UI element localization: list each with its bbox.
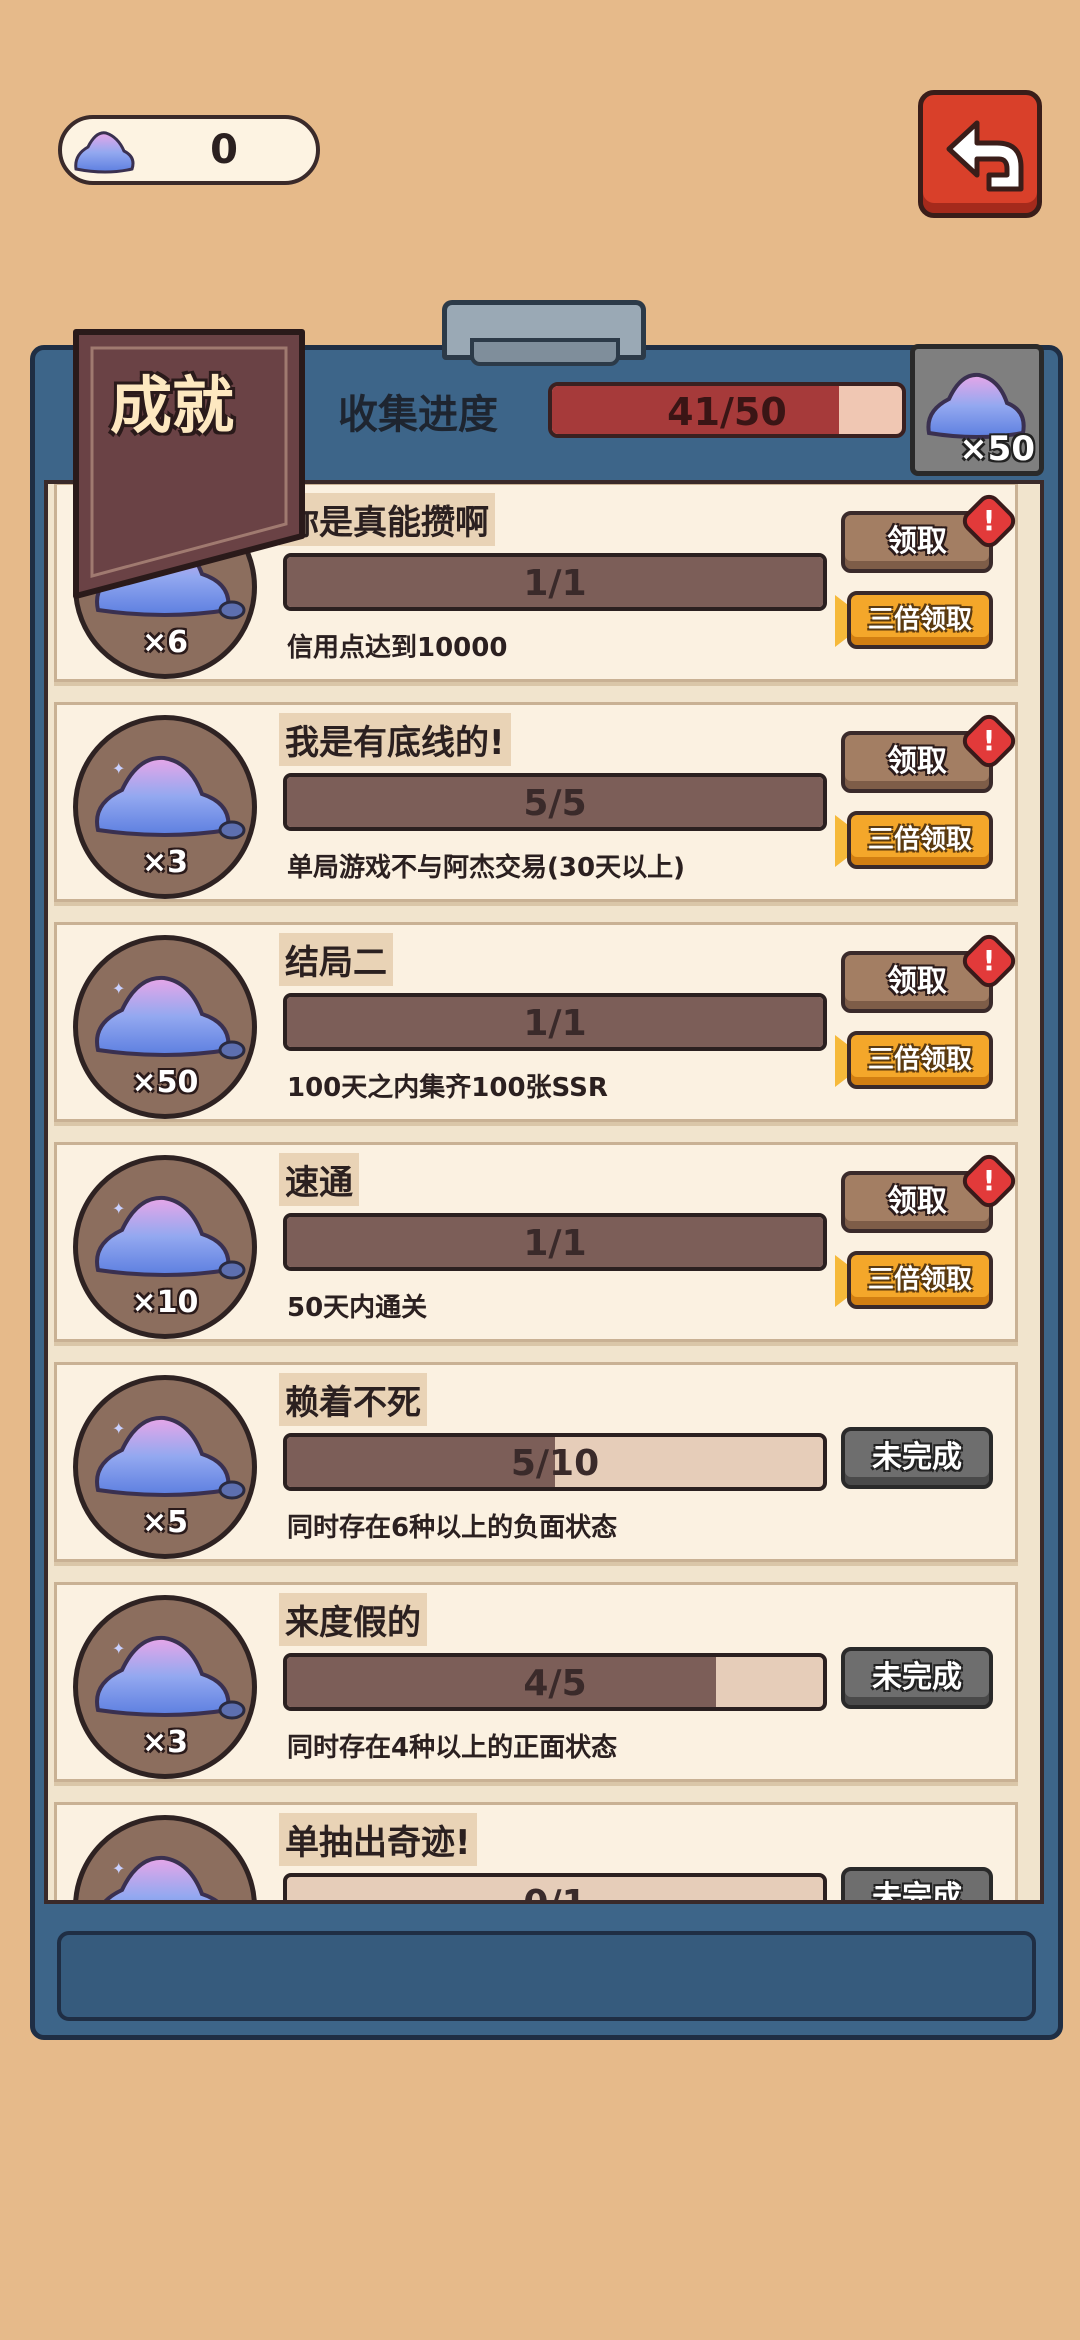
alert-icon: ! — [982, 944, 996, 977]
incomplete-button[interactable]: 未完成 — [841, 1647, 993, 1709]
currency-count: 0 — [210, 127, 238, 173]
board-clip-base — [470, 338, 620, 366]
achievement-progress-bar: 1/1 — [283, 553, 827, 611]
triple-claim-button[interactable]: 三倍领取 — [847, 811, 993, 869]
reward-multiplier: ×3 — [141, 1725, 188, 1760]
alert-icon: ! — [982, 724, 996, 757]
svg-text:✦: ✦ — [112, 1859, 125, 1878]
reward-medal: ✦ ×3 — [73, 715, 257, 899]
back-button[interactable] — [918, 90, 1042, 218]
achievement-card: ✦ 单抽出奇迹! 0/1 未完成 — [54, 1802, 1018, 1904]
achievement-title: 结局二 — [279, 933, 393, 986]
achievement-progress-bar: 5/5 — [283, 773, 827, 831]
achievement-card: ✦ ×3 来度假的 4/5 同时存在4种以上的正面状态 未完成 — [54, 1582, 1018, 1782]
achievement-paper: ✦ ×6 你是真能攒啊 1/1 信用点达到10000 领取 ! 三倍领取 ✦ ×… — [44, 480, 1044, 1904]
svg-text:✦: ✦ — [112, 979, 125, 998]
currency-display: 0 — [58, 115, 320, 185]
return-arrow-icon — [946, 120, 1024, 192]
achievement-title: 赖着不死 — [279, 1373, 427, 1426]
achievement-title: 单抽出奇迹! — [279, 1813, 477, 1866]
achievement-description: 50天内通关 — [287, 1293, 428, 1323]
svg-text:✦: ✦ — [112, 1199, 125, 1218]
reward-multiplier: ×10 — [131, 1285, 199, 1320]
reward-multiplier: ×5 — [141, 1505, 188, 1540]
achievement-title: 我是有底线的! — [279, 713, 511, 766]
achievement-description: 同时存在6种以上的负面状态 — [287, 1513, 618, 1543]
alert-icon: ! — [982, 504, 996, 537]
achievement-progress-bar: 0/1 — [283, 1873, 827, 1904]
alert-icon: ! — [982, 1164, 996, 1197]
reward-medal: ✦ ×10 — [73, 1155, 257, 1339]
reward-medal: ✦ — [73, 1815, 257, 1900]
achievement-description: 100天之内集齐100张SSR — [287, 1073, 608, 1103]
reward-medal: ✦ ×5 — [73, 1375, 257, 1559]
reward-multiplier: ×50 — [131, 1065, 199, 1100]
collection-progress-label: 收集进度 — [338, 392, 498, 438]
reward-multiplier: ×3 — [141, 845, 188, 880]
achievement-card: ✦ ×10 速通 1/1 50天内通关 领取 ! 三倍领取 — [54, 1142, 1021, 1342]
reward-medal: ✦ ×3 — [73, 1595, 257, 1779]
achievement-progress-text: 5/10 — [510, 1443, 600, 1484]
collection-progress-text: 41/50 — [667, 390, 787, 434]
reward-multiplier: ×6 — [141, 625, 188, 660]
achievement-progress-text: 0/1 — [523, 1883, 587, 1904]
achievement-progress-text: 1/1 — [523, 1223, 587, 1264]
gem-icon — [70, 125, 140, 177]
achievement-progress-text: 5/5 — [523, 783, 587, 824]
achievement-progress-bar: 1/1 — [283, 1213, 827, 1271]
triple-claim-button[interactable]: 三倍领取 — [847, 1251, 993, 1309]
reward-medal: ✦ ×50 — [73, 935, 257, 1119]
achievement-description: 信用点达到10000 — [287, 633, 508, 663]
achievement-description: 单局游戏不与阿杰交易(30天以上) — [287, 853, 685, 883]
achievement-progress-text: 1/1 — [523, 563, 587, 604]
achievement-card: ✦ ×50 结局二 1/1 100天之内集齐100张SSR 领取 ! 三倍领取 — [54, 922, 1021, 1122]
incomplete-button[interactable]: 未完成 — [841, 1427, 993, 1489]
triple-claim-button[interactable]: 三倍领取 — [847, 591, 993, 649]
triple-claim-button[interactable]: 三倍领取 — [847, 1031, 993, 1089]
achievement-banner-title: 成就 — [110, 369, 235, 442]
collection-reward-amount: ×50 — [959, 429, 1035, 469]
achievement-progress-text: 4/5 — [523, 1663, 587, 1704]
svg-text:✦: ✦ — [112, 1639, 125, 1658]
collection-progress-bar: 41/50 — [548, 382, 906, 438]
achievement-progress-text: 1/1 — [523, 1003, 587, 1044]
svg-text:✦: ✦ — [112, 1419, 125, 1438]
achievement-title: 你是真能攒啊 — [279, 493, 495, 546]
collection-reward-box[interactable]: ×50 — [910, 344, 1044, 476]
achievement-description: 同时存在4种以上的正面状态 — [287, 1733, 618, 1763]
achievement-title: 速通 — [279, 1153, 359, 1206]
svg-text:✦: ✦ — [112, 759, 125, 778]
incomplete-button[interactable]: 未完成 — [841, 1867, 993, 1900]
achievement-card: ✦ ×3 我是有底线的! 5/5 单局游戏不与阿杰交易(30天以上) 领取 ! … — [54, 702, 1021, 902]
achievement-progress-bar: 5/10 — [283, 1433, 827, 1491]
achievement-progress-bar: 1/1 — [283, 993, 827, 1051]
achievement-card: ✦ ×5 赖着不死 5/10 同时存在6种以上的负面状态 未完成 — [54, 1362, 1018, 1562]
board-bottom-edge — [57, 1931, 1036, 2021]
achievement-progress-bar: 4/5 — [283, 1653, 827, 1711]
achievement-title: 来度假的 — [279, 1593, 427, 1646]
